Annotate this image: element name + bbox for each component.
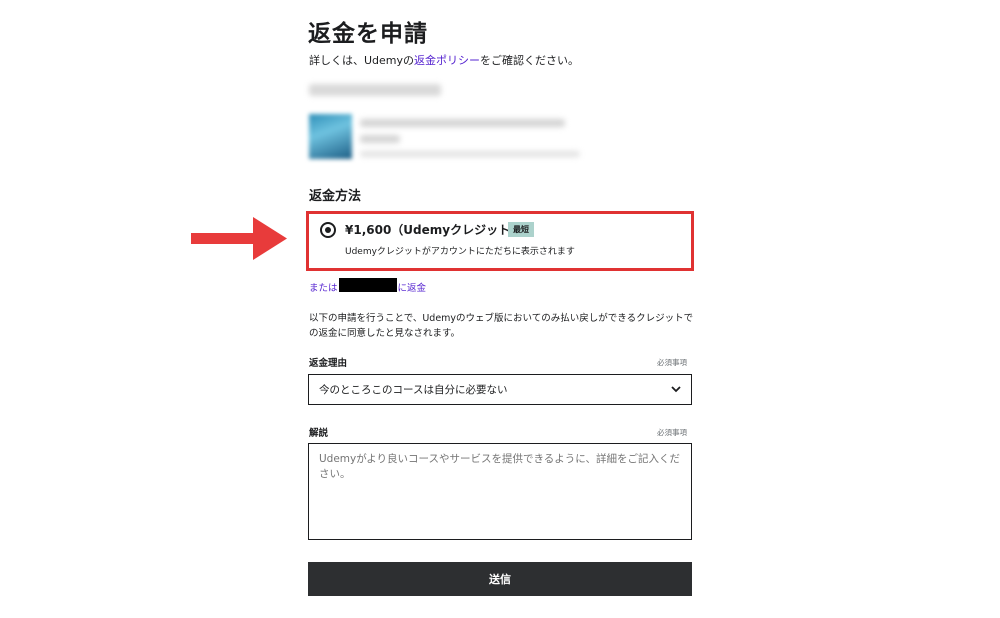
refund-option-description: Udemyクレジットがアカウントにただちに表示されます xyxy=(345,247,575,257)
submit-button[interactable]: 送信 xyxy=(308,562,692,596)
course-thumbnail xyxy=(309,114,352,159)
refund-option-credit[interactable] xyxy=(306,211,694,271)
reason-required: 必須事項 xyxy=(657,358,687,367)
comment-required: 必須事項 xyxy=(657,428,687,437)
chevron-down-icon xyxy=(671,386,681,393)
reason-select[interactable]: 今のところこのコースは自分に必要ない xyxy=(308,374,692,405)
blurred-course-heading xyxy=(309,84,441,96)
page-title: 返金を申請 xyxy=(308,20,428,47)
blurred-course-meta xyxy=(360,151,580,157)
refund-option-title: ¥1,600（Udemyクレジット） xyxy=(345,223,523,237)
refund-method-heading: 返金方法 xyxy=(309,189,362,204)
blurred-course-title xyxy=(360,119,565,127)
refund-policy-link[interactable]: 返金ポリシー xyxy=(414,54,480,67)
blurred-course-price xyxy=(360,135,400,143)
redacted-payment-method xyxy=(339,278,397,292)
intro-text: 詳しくは、Udemyの返金ポリシーをご確認ください。 xyxy=(309,52,579,68)
comment-textarea[interactable] xyxy=(308,443,692,540)
agreement-text: 以下の申請を行うことで、Udemyのウェブ版においてのみ払い戻しができるクレジッ… xyxy=(309,313,694,339)
comment-label: 解説 xyxy=(309,428,329,439)
arrow-right-icon xyxy=(191,217,287,260)
fastest-badge: 最短 xyxy=(508,222,534,237)
or-prefix: または xyxy=(309,283,338,294)
radio-dot xyxy=(325,227,331,233)
or-suffix: に返金 xyxy=(397,283,427,294)
intro-suffix: をご確認ください。 xyxy=(480,54,580,67)
intro-prefix: 詳しくは、Udemyの xyxy=(309,54,415,67)
reason-label: 返金理由 xyxy=(309,358,348,369)
